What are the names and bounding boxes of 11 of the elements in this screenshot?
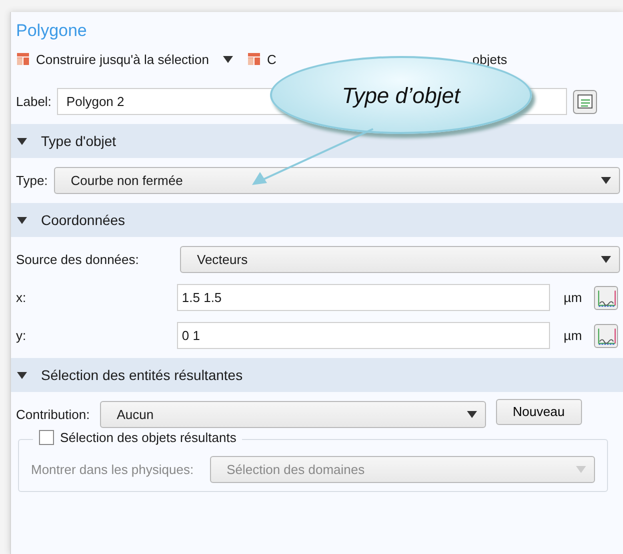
panel-title: Polygone: [15, 20, 88, 42]
unit-label: µm: [564, 288, 582, 307]
field-label: Montrer dans les physiques:: [31, 460, 194, 479]
unit-label: µm: [564, 326, 582, 345]
field-label: Contribution:: [16, 406, 90, 424]
field-label: Type:: [16, 172, 48, 190]
field-label: Label:: [16, 92, 52, 111]
field-label: Source des données:: [16, 250, 140, 269]
checkbox-label: Sélection des objets résultants: [60, 429, 236, 447]
field-label: x:: [16, 288, 28, 307]
field-label: y:: [16, 326, 28, 345]
